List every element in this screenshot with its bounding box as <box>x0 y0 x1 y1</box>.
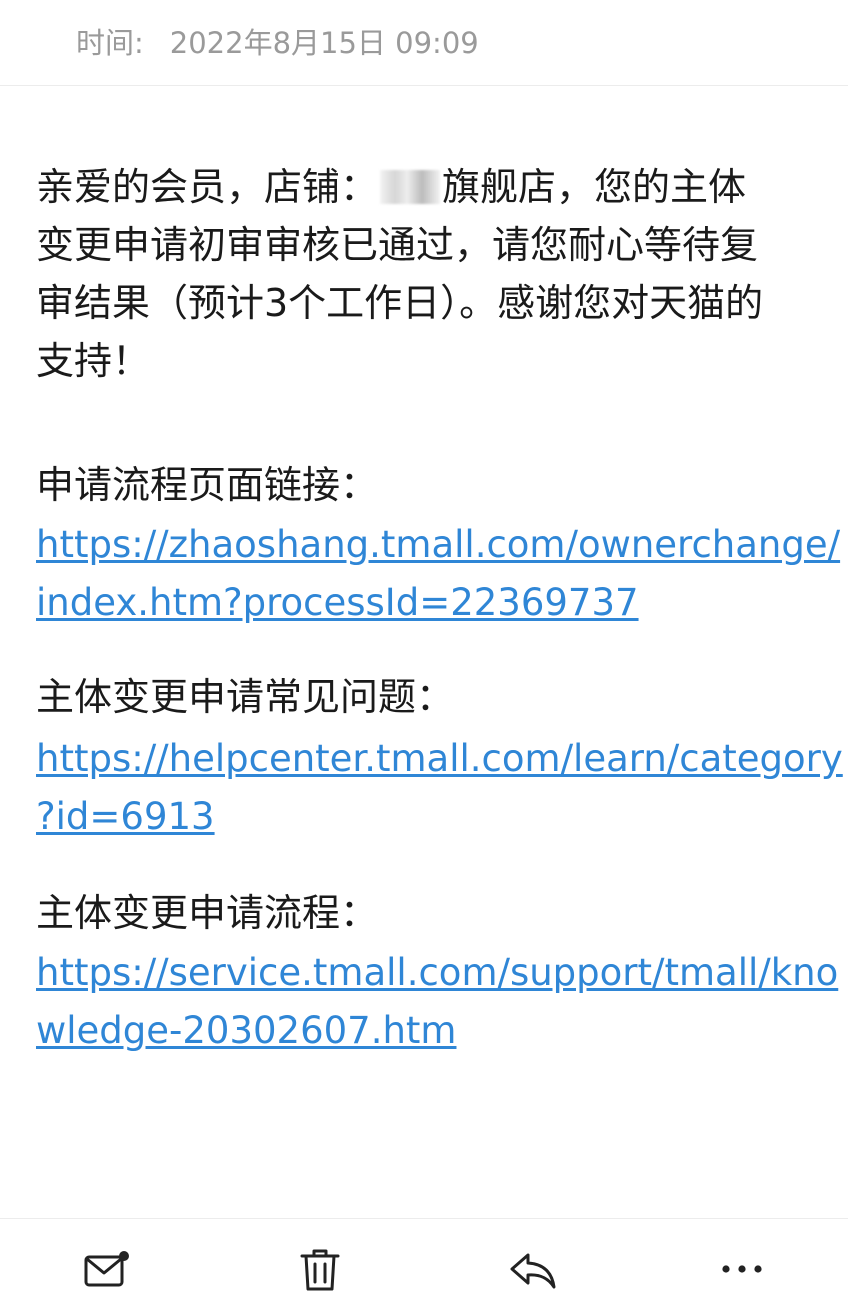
mark-unread-icon <box>84 1251 129 1287</box>
section-label-process: 主体变更申请流程： <box>36 891 379 935</box>
bottom-toolbar <box>0 1218 848 1298</box>
link-line: index.htm?processId=22369737 <box>36 581 639 624</box>
time-value: 2022年8月15日 09:09 <box>169 26 479 60</box>
link-line: ?id=6913 <box>36 795 215 838</box>
more-icon <box>722 1265 762 1273</box>
greeting-text-part2: 旗舰店，您的主体 <box>442 165 747 209</box>
time-label: 时间: <box>76 26 144 60</box>
link-faq[interactable]: https://helpcenter.tmall.com/learn/categ… <box>36 730 843 846</box>
delete-icon <box>300 1249 340 1291</box>
greeting-line-1: 亲爱的会员，店铺： 旗舰店，您的主体 <box>36 158 763 216</box>
greeting-line-2: 变更申请初审审核已通过，请您耐心等待复 <box>36 223 759 267</box>
reply-button[interactable] <box>502 1239 562 1299</box>
link-line: wledge-20302607.htm <box>36 1009 457 1052</box>
email-header: 时间: 2022年8月15日 09:09 <box>0 0 848 86</box>
link-line: https://service.tmall.com/support/tmall/… <box>36 951 839 994</box>
greeting-paragraph: 亲爱的会员，店铺： 旗舰店，您的主体 变更申请初审审核已通过，请您耐心等待复 审结… <box>36 158 763 390</box>
section-label-faq: 主体变更申请常见问题： <box>36 675 455 719</box>
redacted-shop-name <box>380 170 441 204</box>
link-line: https://helpcenter.tmall.com/learn/categ… <box>36 737 843 780</box>
link-line: https://zhaoshang.tmall.com/ownerchange/ <box>36 523 841 566</box>
link-process[interactable]: https://service.tmall.com/support/tmall/… <box>36 944 838 1060</box>
greeting-text-part1: 亲爱的会员，店铺： <box>36 165 379 209</box>
mark-unread-button[interactable] <box>76 1239 136 1299</box>
greeting-line-4: 支持！ <box>36 339 151 383</box>
time-row: 时间: 2022年8月15日 09:09 <box>76 20 479 62</box>
greeting-line-3: 审结果（预计3个工作日）。感谢您对天猫的 <box>36 281 764 325</box>
link-process-page[interactable]: https://zhaoshang.tmall.com/ownerchange/… <box>36 516 840 632</box>
delete-button[interactable] <box>290 1239 350 1299</box>
more-button[interactable] <box>712 1239 772 1299</box>
reply-icon <box>510 1253 556 1289</box>
section-label-process-page: 申请流程页面链接： <box>36 463 379 507</box>
